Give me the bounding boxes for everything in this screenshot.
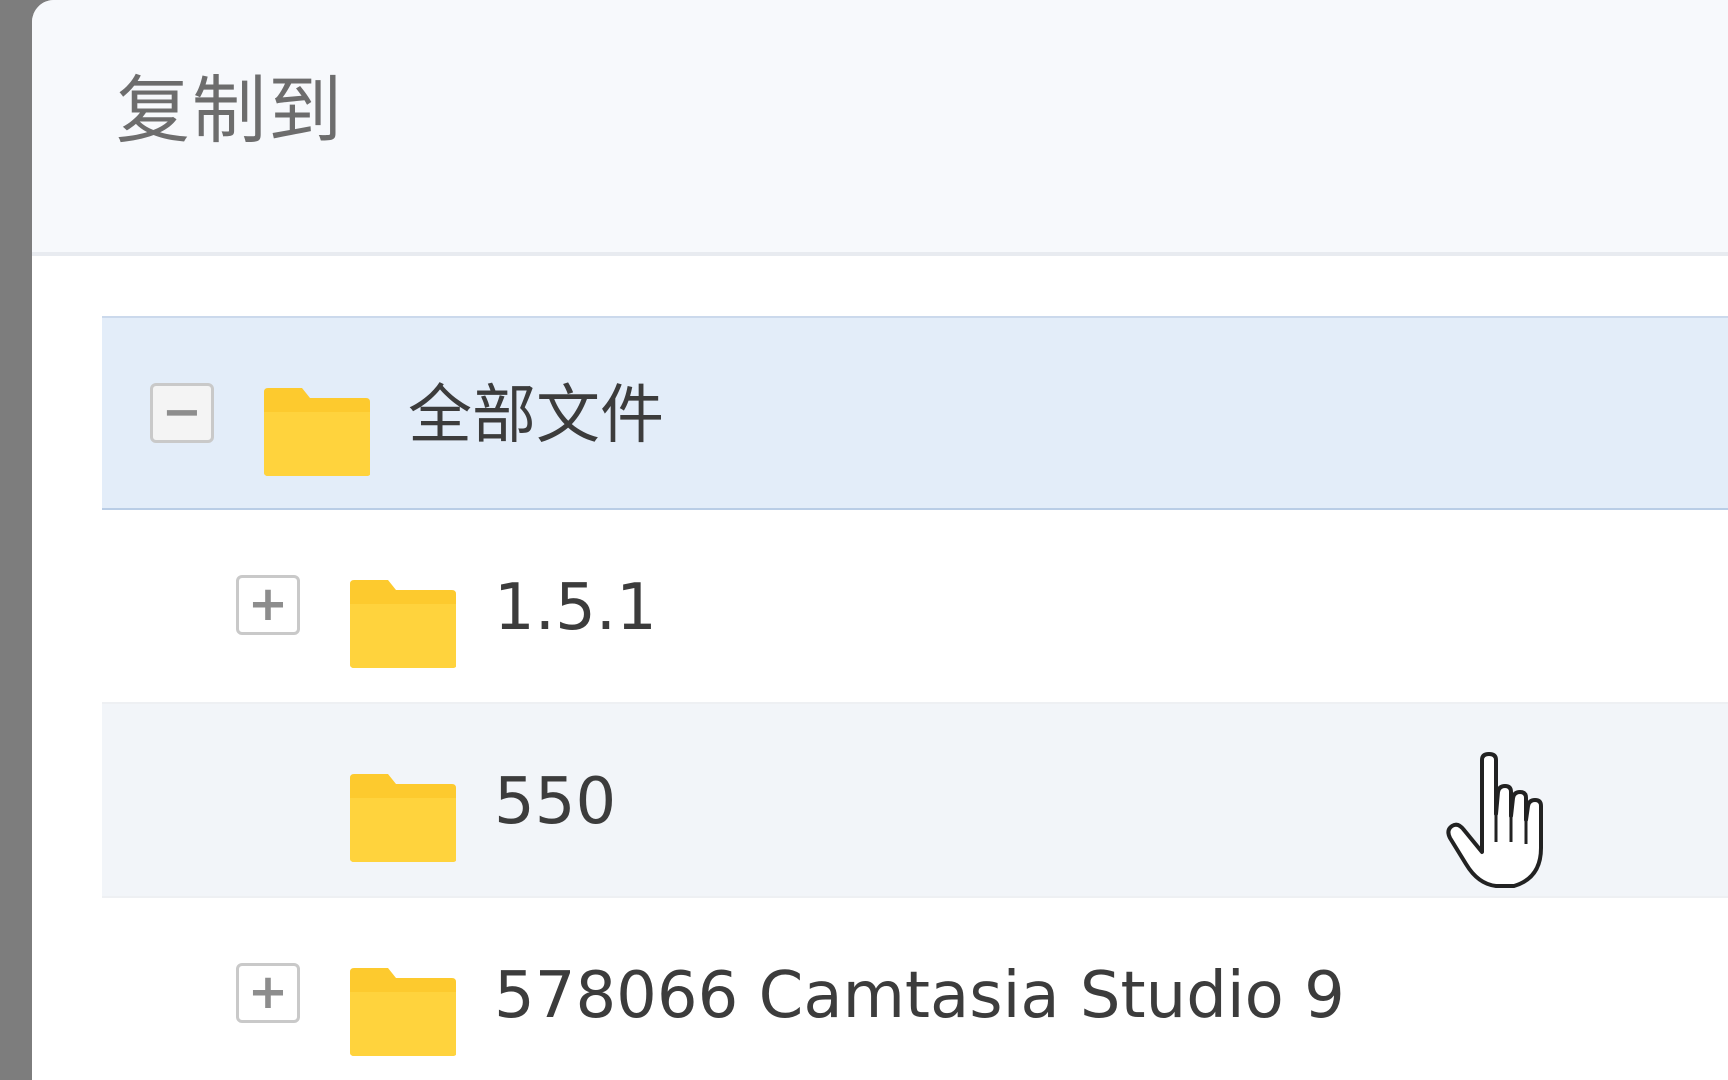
tree-item-label: 578066 Camtasia Studio 9 — [494, 959, 1345, 1033]
folder-icon — [350, 968, 456, 1056]
collapse-toggle-icon[interactable]: − — [150, 383, 214, 443]
dialog-title: 复制到 — [116, 68, 344, 154]
folder-icon — [350, 774, 456, 862]
folder-tree: − 全部文件 + 1.5.1 550 + 578066 Camtasia Stu… — [102, 316, 1728, 1080]
tree-item-label: 550 — [494, 765, 617, 839]
hand-pointer-icon — [1446, 752, 1543, 888]
tree-item-all-files[interactable]: − 全部文件 — [102, 316, 1728, 510]
copy-to-dialog: 复制到 − 全部文件 + 1.5.1 550 + 578066 Camtasia… — [32, 0, 1728, 1080]
folder-icon — [264, 388, 370, 476]
tree-item-camtasia[interactable]: + 578066 Camtasia Studio 9 — [102, 898, 1728, 1080]
dialog-header: 复制到 — [32, 0, 1728, 256]
tree-item-label: 1.5.1 — [494, 571, 657, 645]
expand-toggle-icon[interactable]: + — [236, 575, 300, 635]
tree-item-label: 全部文件 — [408, 379, 664, 453]
expand-toggle-icon[interactable]: + — [236, 963, 300, 1023]
folder-icon — [350, 580, 456, 668]
tree-item-1-5-1[interactable]: + 1.5.1 — [102, 510, 1728, 704]
